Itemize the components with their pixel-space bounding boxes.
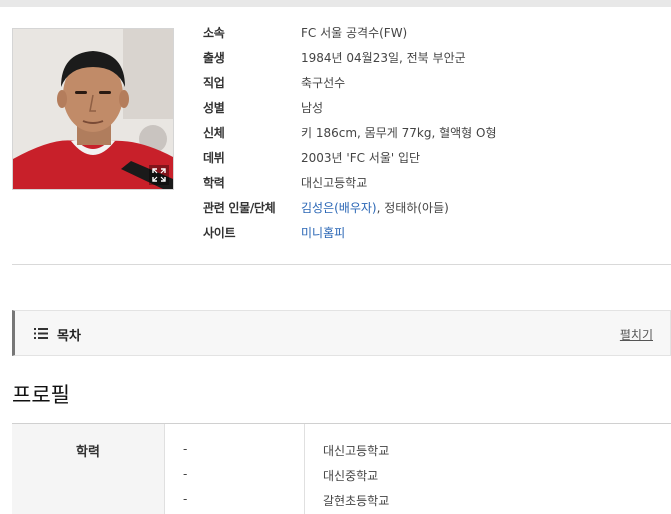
profile-table-header: 학력 — [76, 445, 100, 460]
section-divider — [12, 264, 671, 265]
info-value: 미니홈피 — [301, 225, 345, 241]
table-cell-school: 갈현초등학교 — [323, 494, 390, 508]
table-cell-date: - — [183, 442, 188, 456]
spouse-link[interactable]: 김성은(배우자) — [301, 201, 377, 215]
related-rest-text: , 정태하(아들) — [376, 201, 449, 215]
table-cell-date: - — [183, 492, 188, 506]
info-value: 2003년 'FC 서울' 입단 — [301, 151, 421, 165]
info-value: 1984년 04월23일, 전북 부안군 — [301, 51, 466, 65]
info-row-job: 직업 축구선수 — [203, 75, 663, 100]
info-value: 남성 — [301, 101, 324, 115]
expand-icon[interactable] — [149, 165, 169, 185]
info-row-education: 학력 대신고등학교 — [203, 175, 663, 200]
profile-table-date-column: - - - — [165, 424, 305, 514]
info-value: 축구선수 — [301, 76, 346, 90]
table-cell-school: 대신중학교 — [323, 469, 379, 483]
toc-title: 목차 — [57, 329, 81, 344]
table-of-contents: 목차 펼치기 — [12, 310, 671, 356]
info-row-birth: 출생 1984년 04월23일, 전북 부안군 — [203, 50, 663, 75]
list-icon — [34, 328, 48, 339]
info-label: 성별 — [203, 101, 225, 115]
info-label: 신체 — [203, 126, 225, 140]
table-cell-school: 대신고등학교 — [323, 444, 390, 458]
profile-photo[interactable] — [12, 28, 174, 190]
top-divider — [0, 0, 671, 7]
info-row-gender: 성별 남성 — [203, 100, 663, 125]
table-cell-date: - — [183, 467, 188, 481]
info-value: 김성은(배우자), 정태하(아들) — [301, 200, 449, 216]
toc-expand-link[interactable]: 펼치기 — [620, 326, 653, 343]
info-row-related: 관련 인물/단체 김성은(배우자), 정태하(아들) — [203, 200, 663, 225]
info-label: 소속 — [203, 26, 225, 40]
profile-table-header-cell: 학력 — [12, 424, 165, 514]
info-label: 학력 — [203, 176, 225, 190]
info-value: 대신고등학교 — [301, 176, 368, 190]
info-label: 관련 인물/단체 — [203, 201, 276, 215]
info-value: 키 186cm, 몸무게 77kg, 혈액형 O형 — [301, 126, 497, 140]
section-title-profile: 프로필 — [12, 383, 70, 407]
info-row-site: 사이트 미니홈피 — [203, 225, 663, 250]
minihompy-link[interactable]: 미니홈피 — [301, 226, 345, 240]
info-value: FC 서울 공격수(FW) — [301, 26, 408, 40]
info-label: 데뷔 — [203, 151, 225, 165]
info-row-debut: 데뷔 2003년 'FC 서울' 입단 — [203, 150, 663, 175]
info-label: 직업 — [203, 76, 225, 90]
info-row-affiliation: 소속 FC 서울 공격수(FW) — [203, 25, 663, 50]
info-row-body: 신체 키 186cm, 몸무게 77kg, 혈액형 O형 — [203, 125, 663, 150]
profile-table: 학력 - - - 대신고등학교 대신중학교 갈현초등학교 — [12, 423, 671, 514]
info-label: 출생 — [203, 51, 225, 65]
info-label: 사이트 — [203, 226, 236, 240]
